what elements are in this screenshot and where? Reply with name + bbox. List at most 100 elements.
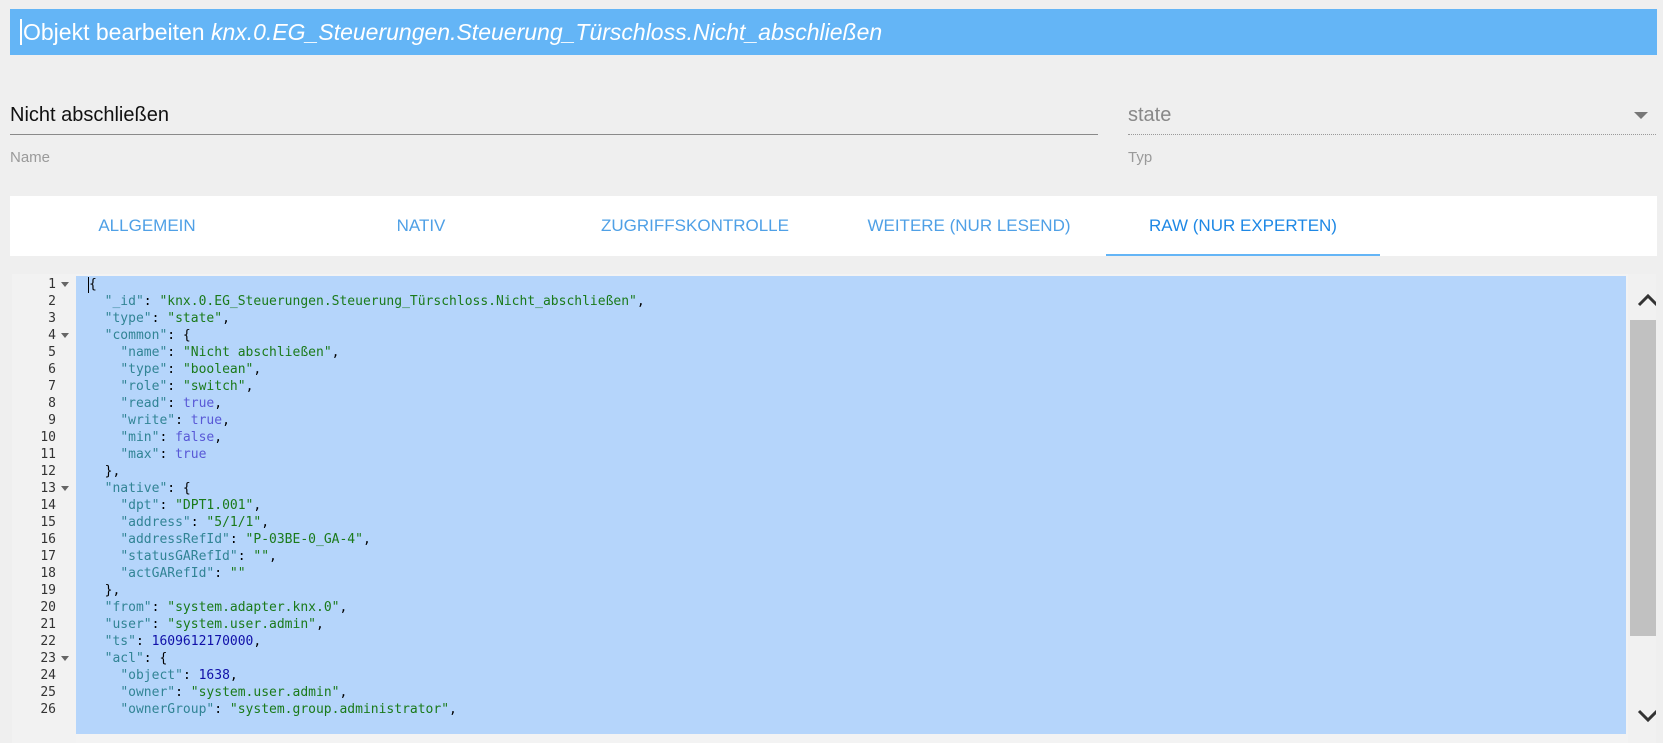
- code-line[interactable]: "actGARefId": "": [89, 565, 246, 583]
- code-token: ,: [245, 379, 254, 394]
- code-token: "addressRefId": [120, 532, 230, 547]
- dropdown-arrow-icon[interactable]: [1634, 112, 1648, 119]
- code-line[interactable]: "type": "boolean",: [89, 361, 261, 379]
- code-line[interactable]: "min": false,: [89, 429, 222, 447]
- editor-scrollbar[interactable]: [1628, 274, 1656, 743]
- code-line[interactable]: {: [89, 276, 97, 294]
- name-input[interactable]: Nicht abschließen: [10, 95, 1098, 135]
- code-line[interactable]: "object": 1638,: [89, 667, 238, 685]
- code-token: : {: [167, 481, 191, 496]
- code-token: "address": [120, 515, 191, 530]
- code-line[interactable]: "addressRefId": "P-03BE-0_GA-4",: [89, 531, 370, 549]
- code-line[interactable]: "native": {: [89, 480, 191, 498]
- tab-weitere[interactable]: WEITERE (NUR LESEND): [832, 196, 1106, 256]
- code-line[interactable]: "name": "Nicht abschließen",: [89, 344, 339, 362]
- line-number: 9: [48, 413, 56, 428]
- type-field: state Typ: [1128, 95, 1656, 166]
- code-token: "P-03BE-0_GA-4": [245, 532, 363, 547]
- code-line[interactable]: "ownerGroup": "system.group.administrato…: [89, 701, 457, 719]
- code-line[interactable]: "write": true,: [89, 412, 230, 430]
- code-token: :: [182, 668, 199, 683]
- code-line[interactable]: "common": {: [89, 327, 191, 345]
- code-line[interactable]: "role": "switch",: [89, 378, 253, 396]
- line-number: 25: [40, 685, 56, 700]
- code-token: "actGARefId": [120, 566, 215, 581]
- code-token: "role": [120, 379, 168, 394]
- chevron-up-icon[interactable]: [1628, 280, 1656, 320]
- code-line[interactable]: "ts": 1609612170000,: [89, 633, 262, 651]
- code-line[interactable]: "from": "system.adapter.knx.0",: [89, 599, 348, 617]
- code-line[interactable]: },: [89, 582, 121, 600]
- code-token: :: [167, 345, 183, 360]
- code-token: false: [175, 430, 215, 445]
- code-token: "ownerGroup": [120, 702, 215, 717]
- code-token: "ts": [104, 634, 136, 649]
- code-token: ,: [316, 617, 324, 632]
- line-number: 26: [40, 702, 56, 717]
- code-line[interactable]: "owner": "system.user.admin",: [89, 684, 347, 702]
- fold-toggle-icon[interactable]: [61, 486, 69, 491]
- dialog-title-prefix: Objekt bearbeiten: [23, 19, 205, 45]
- code-line[interactable]: "dpt": "DPT1.001",: [89, 497, 261, 515]
- scrollbar-thumb[interactable]: [1630, 320, 1656, 636]
- fold-toggle-icon[interactable]: [61, 282, 69, 287]
- line-number: 13: [40, 481, 56, 496]
- code-token: "boolean": [182, 362, 254, 377]
- code-token: :: [159, 447, 176, 462]
- dialog-title-bar: Objekt bearbeiten knx.0.EG_Steuerungen.S…: [10, 9, 1657, 55]
- json-editor[interactable]: 1 {2 "_id": "knx.0.EG_Steuerungen.Steueru…: [12, 274, 1656, 743]
- code-line[interactable]: "_id": "knx.0.EG_Steuerungen.Steuerung_T…: [89, 293, 645, 311]
- code-token: ,: [214, 396, 223, 411]
- chevron-down-icon[interactable]: [1628, 696, 1656, 736]
- line-number: 5: [48, 345, 56, 360]
- text-cursor: [20, 18, 22, 45]
- code-line[interactable]: },: [89, 463, 121, 481]
- line-number: 6: [48, 362, 56, 377]
- code-token: "system.group.administrator": [229, 702, 450, 717]
- code-line[interactable]: "statusGARefId": "",: [89, 548, 277, 566]
- type-select[interactable]: state: [1128, 95, 1656, 135]
- code-token: ,: [449, 702, 457, 717]
- code-token: ,: [261, 515, 270, 530]
- line-number: 22: [40, 634, 56, 649]
- fold-toggle-icon[interactable]: [61, 656, 69, 661]
- code-line[interactable]: "user": "system.user.admin",: [89, 616, 324, 634]
- code-token: "user": [104, 617, 152, 632]
- tab-raw[interactable]: RAW (NUR EXPERTEN): [1106, 196, 1380, 256]
- code-token: ,: [253, 362, 262, 377]
- line-number: 21: [40, 617, 56, 632]
- fold-toggle-icon[interactable]: [61, 333, 69, 338]
- tab-allgemein[interactable]: ALLGEMEIN: [10, 196, 284, 256]
- line-number: 17: [40, 549, 56, 564]
- code-line[interactable]: "address": "5/1/1",: [89, 514, 269, 532]
- tab-nativ[interactable]: NATIV: [284, 196, 558, 256]
- code-token: "": [229, 566, 246, 581]
- line-number: 10: [40, 430, 56, 445]
- code-token: :: [167, 362, 183, 377]
- line-number: 12: [40, 464, 56, 479]
- code-token: "object": [120, 668, 183, 683]
- code-token: "common": [104, 328, 168, 343]
- code-token: true: [190, 413, 223, 428]
- code-line[interactable]: "read": true,: [89, 395, 222, 413]
- line-number: 2: [48, 294, 56, 309]
- line-number: 7: [48, 379, 56, 394]
- code-line[interactable]: "max": true: [89, 446, 206, 464]
- code-line[interactable]: "type": "state",: [89, 310, 230, 328]
- code-token: :: [151, 311, 168, 326]
- code-token: :: [214, 702, 230, 717]
- code-line[interactable]: "acl": {: [89, 650, 168, 668]
- code-token: "switch": [182, 379, 246, 394]
- code-token: ,: [229, 668, 238, 683]
- tab-zugriffskontrolle[interactable]: ZUGRIFFSKONTROLLE: [558, 196, 832, 256]
